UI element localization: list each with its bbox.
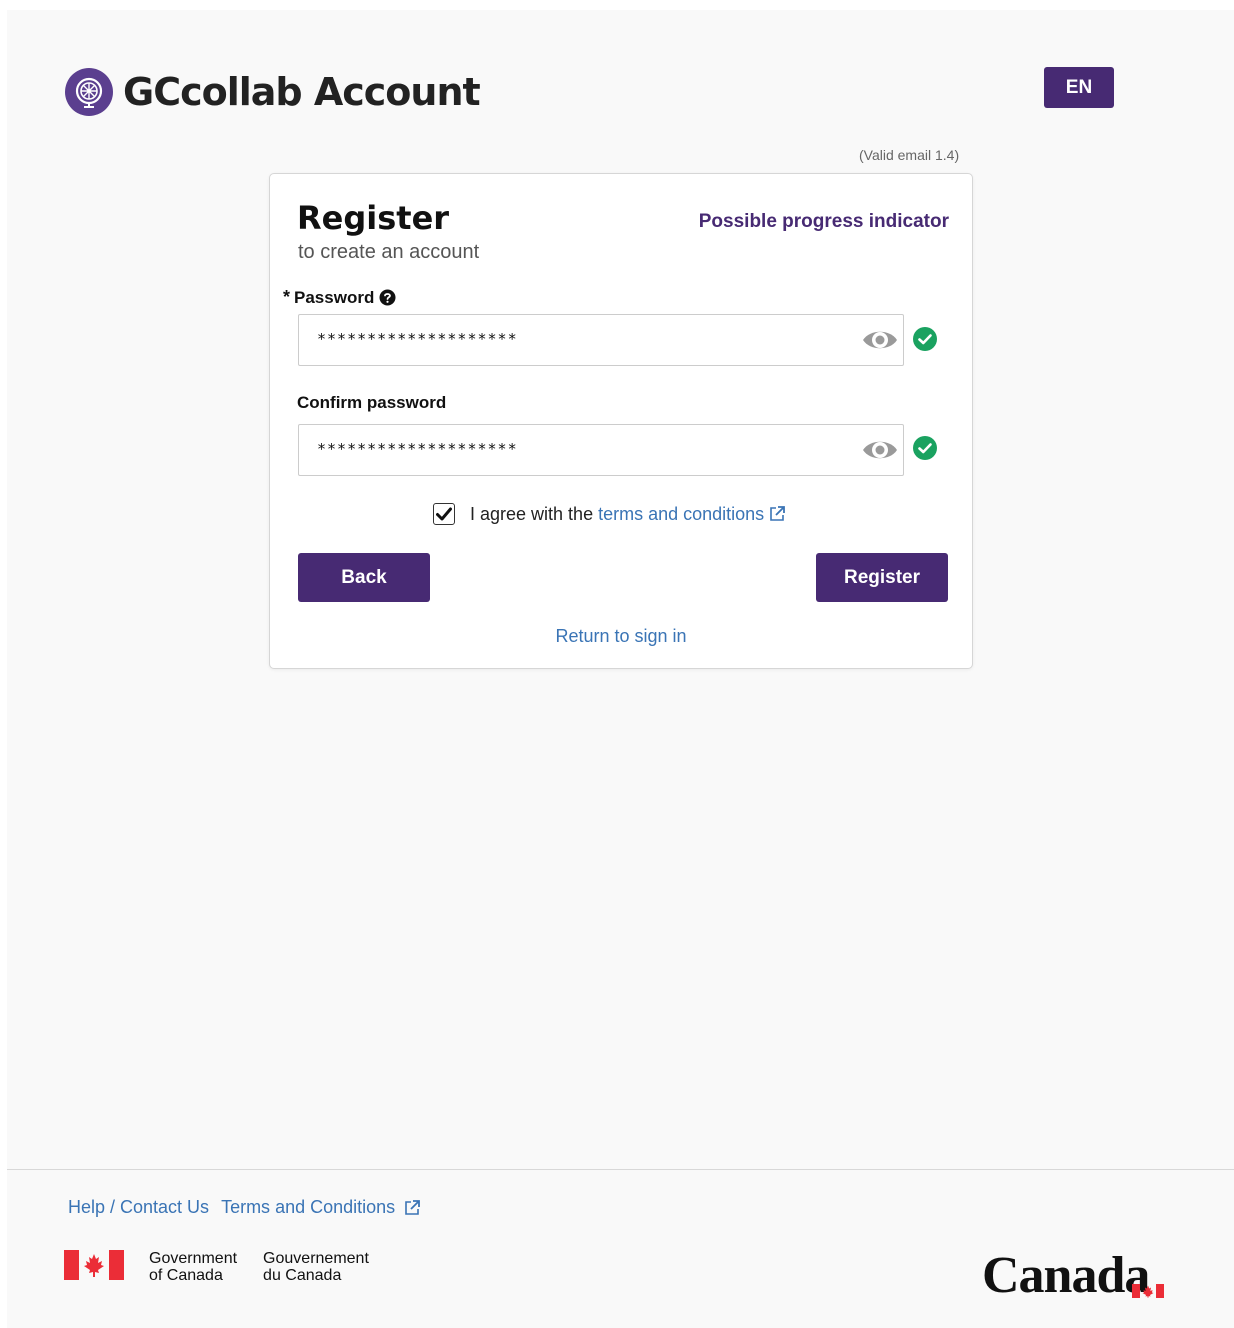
return-to-sign-in-link[interactable]: Return to sign in [270,626,972,647]
password-input[interactable] [299,315,857,363]
gov-en-line1: Government [149,1250,238,1267]
confirm-password-input[interactable] [299,425,857,473]
check-circle-icon [913,436,937,465]
external-link-icon [403,1199,421,1217]
password-field[interactable] [298,314,904,366]
canada-flag-icon [1132,1252,1164,1311]
password-label: * Password [283,287,396,308]
check-circle-icon [913,327,937,356]
language-toggle-button[interactable]: EN [1044,67,1114,108]
terms-checkbox[interactable] [433,503,455,525]
eye-icon[interactable] [862,327,898,358]
agree-prefix: I agree with the [470,503,594,524]
back-button[interactable]: Back [298,553,430,602]
footer-terms-link[interactable]: Terms and Conditions [221,1197,395,1218]
terms-link[interactable]: terms and conditions [598,504,764,525]
brand[interactable]: GCcollab Account [65,68,481,116]
required-mark: * [283,287,291,307]
confirm-password-field[interactable] [298,424,904,476]
globe-logo-icon [65,68,113,116]
gov-fr-line1: Gouvernement [263,1250,369,1267]
terms-agreement: I agree with the terms and conditions [433,503,786,525]
register-card: Register to create an account Possible p… [269,173,973,669]
help-circle-icon[interactable] [379,289,396,306]
footer-divider [7,1169,1234,1170]
gov-english: Government of Canada [149,1250,237,1284]
gov-en-line2: of Canada [149,1267,223,1284]
wordmark-text: Canada [982,1247,1150,1304]
card-title: Register [297,199,450,237]
progress-indicator: Possible progress indicator [698,211,949,232]
checkmark-icon [436,507,452,521]
canada-flag-icon [64,1250,124,1285]
external-link-icon [768,505,786,523]
confirm-password-label: Confirm password [297,393,447,412]
eye-icon[interactable] [862,437,898,468]
version-note: (Valid email 1.4) [859,147,960,163]
help-contact-link[interactable]: Help / Contact Us [68,1197,209,1218]
gov-fr-line2: du Canada [263,1267,342,1284]
footer-links: Help / Contact Us Terms and Conditions [68,1197,433,1218]
canada-wordmark: Canada [982,1246,1164,1305]
register-button[interactable]: Register [816,553,948,602]
password-label-text: Password [294,287,375,307]
page: GCcollab Account EN (Valid email 1.4) Re… [7,10,1234,1328]
brand-title: GCcollab Account [123,70,481,114]
government-signature: Government of Canada Gouvernement du Can… [64,1250,369,1285]
gov-french: Gouvernement du Canada [263,1250,369,1284]
card-subtitle: to create an account [298,241,480,263]
